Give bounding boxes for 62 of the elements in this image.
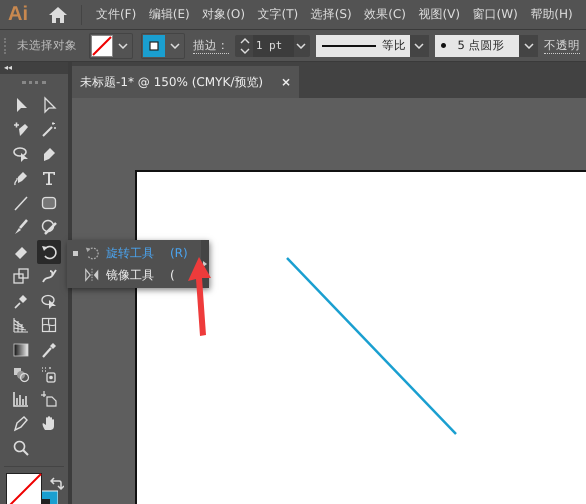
symbol-sprayer-icon xyxy=(40,365,58,384)
caret-icon[interactable] xyxy=(170,42,180,48)
paintbrush-icon xyxy=(12,218,30,236)
menu-item[interactable]: 视图(V) xyxy=(418,6,460,23)
scale-icon xyxy=(12,267,30,286)
zoom-icon xyxy=(12,438,30,457)
eyedropper-icon xyxy=(40,340,58,359)
fill-swatch-control[interactable] xyxy=(88,32,133,58)
blend-icon xyxy=(12,365,30,384)
menu-item[interactable]: 对象(O) xyxy=(202,6,246,23)
menu-item[interactable]: 帮助(H) xyxy=(530,6,573,23)
flyout-item[interactable]: 镜像工具 ( xyxy=(67,264,197,286)
stroke-swatch-control[interactable] xyxy=(140,32,185,58)
bar-chart-icon xyxy=(12,390,30,408)
dropdown-toggle[interactable] xyxy=(410,34,429,56)
menu-item[interactable]: 效果(C) xyxy=(364,6,406,23)
pen-add-icon xyxy=(12,120,30,138)
variable-width-dropdown[interactable]: 等比 xyxy=(316,34,410,56)
menu-item[interactable]: 文字(T) xyxy=(258,6,298,23)
stroke-swatch[interactable] xyxy=(142,34,165,56)
menu-item[interactable]: 文件(F) xyxy=(96,6,136,23)
app-logo: Ai xyxy=(8,3,29,26)
collapse-button[interactable]: ◂◂ xyxy=(4,63,12,72)
perspective-grid-icon xyxy=(12,316,30,334)
stepper-icon[interactable] xyxy=(238,36,251,56)
gradient-icon xyxy=(12,340,30,359)
caret-icon[interactable] xyxy=(296,42,306,48)
line-icon xyxy=(12,194,30,212)
flyout-item[interactable]: 旋转工具 (R) xyxy=(67,242,197,264)
stroke-line-preview xyxy=(322,44,376,46)
reflect-icon xyxy=(84,267,100,283)
stroke-label[interactable]: 描边： xyxy=(192,38,229,54)
grip-icon[interactable] xyxy=(4,38,9,54)
grip-icon[interactable] xyxy=(22,81,46,87)
caret-icon xyxy=(524,42,534,48)
dropdown-toggle[interactable] xyxy=(519,34,538,56)
caret-icon xyxy=(414,42,424,48)
puppet-warp-icon xyxy=(40,267,58,286)
document-tab[interactable]: 未标题-1* @ 150% (CMYK/预览) × xyxy=(72,66,299,98)
curvature-pen-icon xyxy=(12,169,30,188)
blob-brush-icon xyxy=(40,218,58,236)
menu-item[interactable]: 窗口(W) xyxy=(472,6,518,23)
swap-arrow-icon[interactable] xyxy=(50,476,64,491)
rotate-icon xyxy=(40,242,58,261)
fill-none-swatch[interactable] xyxy=(90,34,113,56)
menu-item[interactable]: 编辑(E) xyxy=(148,6,190,23)
opacity-label[interactable]: 不透明 xyxy=(544,38,580,54)
mesh-icon xyxy=(40,316,58,334)
magic-wand-icon xyxy=(40,120,58,138)
tool-button[interactable] xyxy=(37,240,61,264)
selection-status: 未选择对象 xyxy=(16,38,77,53)
caret-icon[interactable] xyxy=(118,42,128,48)
home-icon[interactable] xyxy=(48,6,68,24)
close-button[interactable]: × xyxy=(280,75,291,89)
brush-dropdown[interactable]: 5 点圆形 xyxy=(434,34,520,56)
stroke-weight-field[interactable]: 1 pt xyxy=(252,34,294,56)
rotate-icon xyxy=(84,245,100,261)
type-icon xyxy=(40,169,58,188)
document-title: 未标题-1* @ 150% (CMYK/预览) xyxy=(80,74,264,90)
menu-item[interactable]: 选择(S) xyxy=(310,6,352,23)
lasso-icon xyxy=(12,144,30,163)
artboard-icon xyxy=(40,390,58,408)
